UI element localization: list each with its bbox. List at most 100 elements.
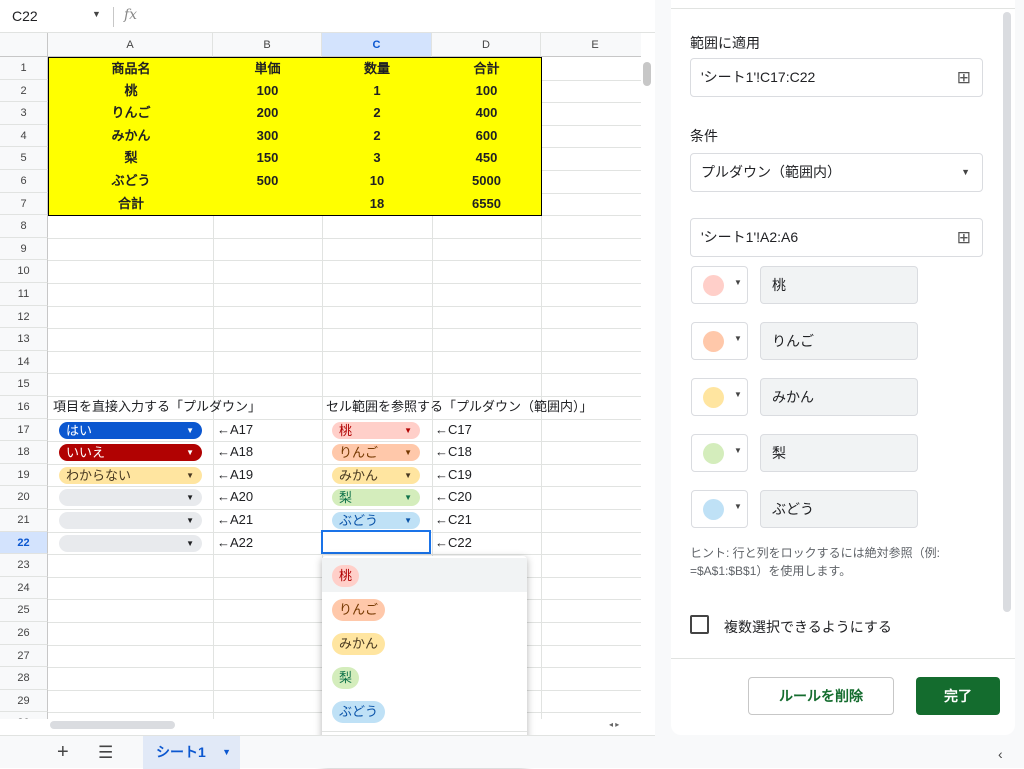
collapse-panel-icon[interactable]: ‹ [998, 746, 1003, 762]
table-cell[interactable]: 梨 [48, 147, 214, 171]
row-header[interactable]: 27 [0, 644, 48, 668]
source-range-field[interactable]: 'シート1'!A2:A6 ⊞ [690, 218, 983, 257]
column-header-e[interactable]: E [541, 33, 641, 57]
table-cell[interactable]: 合計 [48, 192, 214, 217]
select-range-icon[interactable]: ⊞ [957, 59, 971, 96]
dropdown-chip[interactable]: りんご ▼ [332, 444, 420, 462]
dropdown-chip[interactable]: はい ▼ [59, 421, 202, 439]
table-cell[interactable]: 150 [213, 147, 323, 171]
row-header[interactable]: 10 [0, 260, 48, 283]
table-header-cell[interactable]: 合計 [432, 57, 542, 81]
row-header[interactable]: 20 [0, 486, 48, 509]
color-picker[interactable]: ▼ [691, 378, 748, 416]
table-cell[interactable]: 6550 [432, 192, 542, 217]
apply-range-field[interactable]: 'シート1'!C17:C22 ⊞ [690, 58, 983, 97]
row-header[interactable]: 14 [0, 350, 48, 374]
color-picker[interactable]: ▼ [691, 322, 748, 360]
name-box[interactable]: C22 [12, 8, 38, 24]
dropdown-chip[interactable]: いいえ ▼ [59, 444, 202, 462]
column-header-a[interactable]: A [48, 33, 213, 57]
chevron-down-icon[interactable]: ▼ [186, 444, 194, 461]
chevron-down-icon[interactable]: ▼ [404, 512, 412, 529]
row-header[interactable]: 22 [0, 531, 48, 555]
row-header[interactable]: 17 [0, 418, 48, 442]
grid-horizontal-scrollbar[interactable] [50, 721, 175, 729]
sheet-tab[interactable]: シート1 ▼ [143, 736, 240, 769]
multi-select-checkbox[interactable] [690, 615, 709, 634]
chevron-down-icon[interactable]: ▼ [186, 512, 194, 529]
select-range-icon[interactable]: ⊞ [957, 219, 971, 256]
item-value-field[interactable]: 梨 [760, 434, 918, 472]
table-cell[interactable]: 200 [213, 102, 323, 126]
table-cell[interactable]: ぶどう [48, 170, 214, 194]
chevron-down-icon[interactable]: ▼ [404, 422, 412, 439]
chevron-down-icon[interactable]: ▼ [186, 467, 194, 484]
row-header[interactable]: 30 [0, 712, 48, 719]
dropdown-chip[interactable]: ぶどう ▼ [332, 512, 420, 529]
table-cell[interactable]: 600 [432, 124, 542, 149]
active-cell-c22[interactable] [321, 530, 431, 554]
row-header[interactable]: 25 [0, 599, 48, 622]
dropdown-chip[interactable]: ▼ [59, 489, 202, 507]
color-picker[interactable]: ▼ [691, 266, 748, 304]
row-header[interactable]: 28 [0, 667, 48, 690]
chevron-down-icon[interactable]: ▼ [404, 467, 412, 484]
row-header[interactable]: 3 [0, 102, 48, 125]
row-header[interactable]: 6 [0, 170, 48, 193]
color-picker[interactable]: ▼ [691, 490, 748, 528]
item-value-field[interactable]: りんご [760, 322, 918, 360]
table-cell[interactable]: 2 [322, 124, 433, 149]
sheet-tab-dropdown-icon[interactable]: ▼ [222, 736, 231, 769]
row-header[interactable]: 13 [0, 328, 48, 351]
row-header[interactable]: 1 [0, 57, 48, 80]
delete-rule-button[interactable]: ルールを削除 [748, 677, 894, 715]
table-cell[interactable]: 10 [322, 170, 433, 194]
row-header[interactable]: 12 [0, 305, 48, 329]
scroll-arrows-icon[interactable]: ◂ ▸ [609, 720, 619, 729]
row-header[interactable]: 19 [0, 463, 48, 487]
row-header[interactable]: 26 [0, 622, 48, 645]
row-header[interactable]: 23 [0, 554, 48, 577]
table-cell[interactable]: 5000 [432, 170, 542, 194]
item-value-field[interactable]: 桃 [760, 266, 918, 304]
table-cell[interactable]: 450 [432, 147, 542, 171]
chevron-down-icon[interactable]: ▼ [404, 444, 412, 461]
table-cell[interactable]: 桃 [48, 79, 214, 104]
item-value-field[interactable]: ぶどう [760, 490, 918, 528]
dropdown-chip[interactable]: 梨 ▼ [332, 489, 420, 507]
table-cell[interactable]: 100 [213, 79, 323, 104]
row-header[interactable]: 4 [0, 124, 48, 148]
row-header[interactable]: 18 [0, 441, 48, 464]
dropdown-chip[interactable]: みかん ▼ [332, 466, 420, 484]
table-cell[interactable]: 18 [322, 192, 433, 217]
chevron-down-icon[interactable]: ▼ [404, 489, 412, 506]
dropdown-chip[interactable]: 桃 ▼ [332, 421, 420, 439]
row-header[interactable]: 11 [0, 283, 48, 306]
row-header[interactable]: 15 [0, 373, 48, 396]
chevron-down-icon[interactable]: ▼ [186, 489, 194, 506]
table-header-cell[interactable]: 商品名 [48, 57, 214, 81]
table-cell[interactable]: 1 [322, 79, 433, 104]
dropdown-option[interactable]: ぶどう [322, 694, 527, 728]
row-header[interactable]: 24 [0, 576, 48, 600]
condition-select[interactable]: プルダウン（範囲内） ▼ [690, 153, 983, 192]
dropdown-option[interactable]: 桃 [322, 558, 527, 592]
column-header-c[interactable]: C [322, 33, 432, 57]
dropdown-option[interactable]: 梨 [322, 660, 527, 694]
all-sheets-menu-icon[interactable]: ☰ [98, 743, 113, 763]
table-cell[interactable]: 500 [213, 170, 323, 194]
table-cell[interactable]: りんご [48, 102, 214, 126]
table-cell[interactable] [213, 192, 323, 217]
table-cell[interactable]: 300 [213, 124, 323, 149]
row-header[interactable]: 5 [0, 147, 48, 170]
table-cell[interactable]: 3 [322, 147, 433, 171]
dropdown-chip[interactable]: わからない ▼ [59, 466, 202, 484]
row-header[interactable]: 2 [0, 79, 48, 103]
row-header[interactable]: 29 [0, 689, 48, 713]
chevron-down-icon[interactable]: ▼ [186, 535, 194, 552]
grid-vertical-scrollbar[interactable] [643, 62, 651, 86]
done-button[interactable]: 完了 [916, 677, 1000, 715]
column-header-d[interactable]: D [432, 33, 541, 57]
row-header[interactable]: 16 [0, 396, 48, 419]
table-cell[interactable]: 400 [432, 102, 542, 126]
